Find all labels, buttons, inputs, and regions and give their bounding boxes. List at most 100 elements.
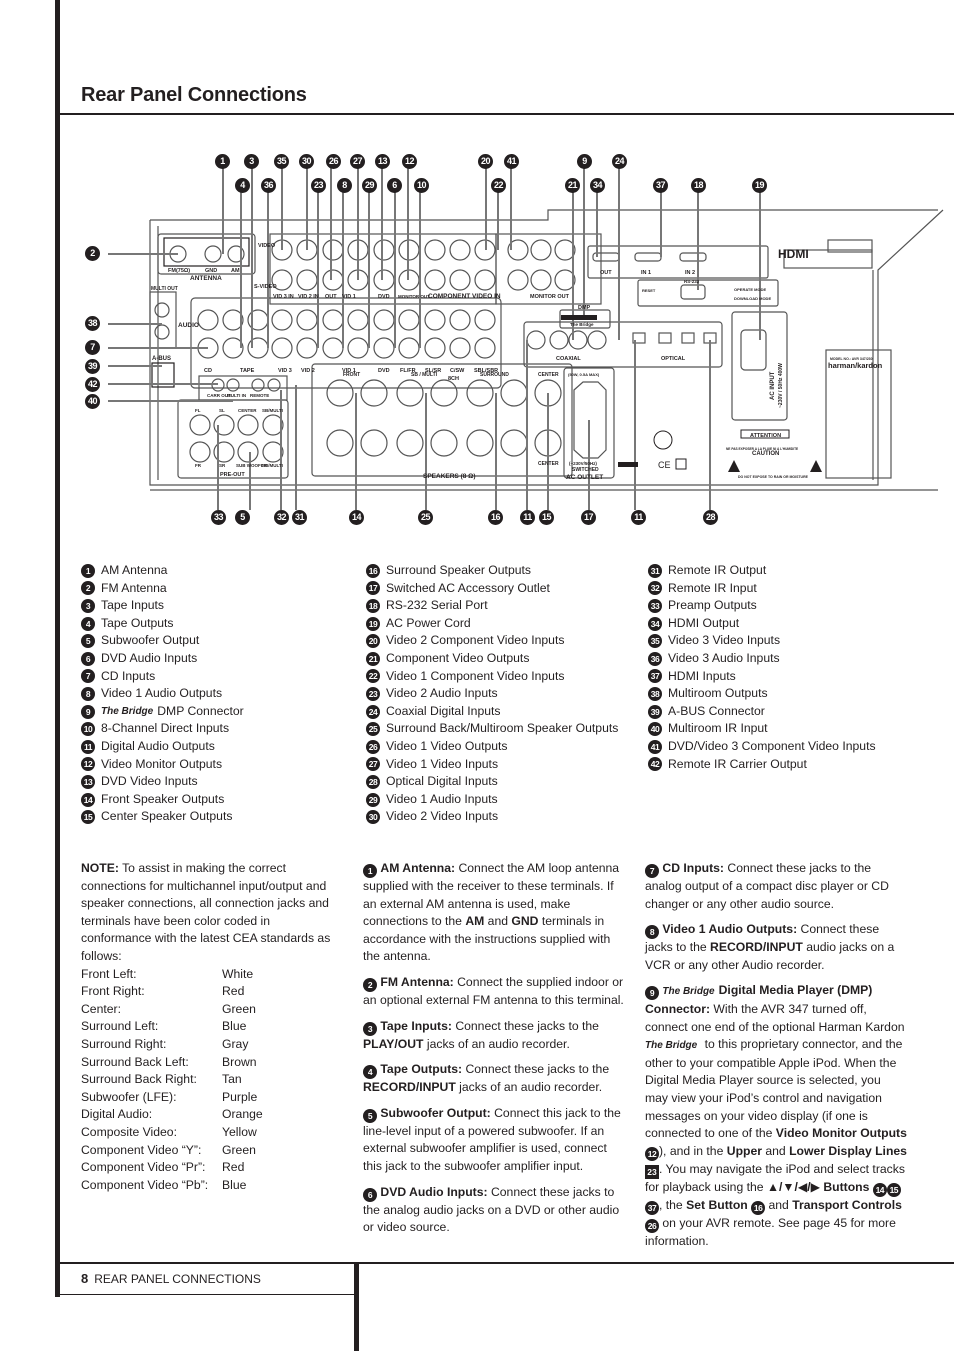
callout-29: 29 <box>362 178 377 193</box>
num-badge: 39 <box>648 704 662 719</box>
center-label: CENTER <box>538 372 559 378</box>
multi-in-label: MULTI IN <box>227 393 246 398</box>
color-value: Gray <box>222 1036 249 1051</box>
legend-item: 38 Multiroom Outputs <box>648 685 876 703</box>
legend-item: 2 FM Antenna <box>81 580 244 598</box>
dvd-audio-label: DVD <box>378 368 390 374</box>
legend-label: HDMI Inputs <box>668 668 736 683</box>
callout-19: 19 <box>752 178 767 193</box>
legend-column-3: 31 Remote IR Output 32 Remote IR Input 33 Pre… <box>648 562 876 773</box>
vid3in-label: VID 3 IN <box>273 294 294 300</box>
num-badge: 7 <box>81 669 95 684</box>
legend-label: Video 2 Audio Inputs <box>386 686 498 701</box>
callout-13: 13 <box>375 154 390 169</box>
num-badge: 26 <box>366 739 380 754</box>
preout-label: PRE-OUT <box>220 472 245 478</box>
legend-item: 15 Center Speaker Outputs <box>81 808 244 826</box>
color-channel: Component Video “Y”: <box>81 1142 202 1157</box>
legend-label: Surround Back/Multiroom Speaker Outputs <box>386 721 619 736</box>
hdmi-in2-label: IN 2 <box>685 270 695 276</box>
num-badge: 16 <box>366 563 380 578</box>
num-badge: 28 <box>366 774 380 789</box>
rear-panel-illustration: FM(75Ω) GND AM ANTENNA VIDEO S-VIDEO VID… <box>108 168 944 510</box>
color-value: White <box>222 966 254 981</box>
num-badge: 25 <box>366 722 380 737</box>
legend-item: 41 DVD/Video 3 Component Video Inputs <box>648 738 876 756</box>
color-channel: Surround Right: <box>81 1036 167 1051</box>
desc-dvd-audio-inputs: 6 DVD Audio Inputs: Connect these jacks … <box>363 1184 625 1237</box>
callout-36: 36 <box>261 178 276 193</box>
callout-17: 17 <box>581 510 596 525</box>
desc-bold: Lower Display Lines <box>789 1143 907 1158</box>
callout-18: 18 <box>691 178 706 193</box>
legend-item: 21 Component Video Outputs <box>366 650 618 668</box>
optical-label: OPTICAL <box>661 356 686 362</box>
tape-label: TAPE <box>240 368 255 374</box>
num-badge: 4 <box>363 1065 377 1080</box>
desc-title: DVD Audio Inputs: <box>380 1184 488 1199</box>
fr-label: FR <box>195 463 202 468</box>
legend-label: RS-232 Serial Port <box>386 598 488 613</box>
color-value: Brown <box>222 1054 257 1069</box>
num-badge: 10 <box>81 722 95 737</box>
callout-12: 12 <box>402 154 417 169</box>
sbmulti-r-label: SB/MULTI <box>262 463 283 468</box>
brand-logo: harman/kardon <box>828 361 883 370</box>
legend-item: 30 Video 2 Video Inputs <box>366 808 618 826</box>
rs232-label: RS-232 <box>684 279 700 284</box>
color-value: Green <box>222 1142 256 1157</box>
callout-5: 5 <box>235 510 250 525</box>
callout-28: 28 <box>703 510 718 525</box>
desc-bold: Transport Controls <box>792 1197 902 1212</box>
callout-35: 35 <box>274 154 289 169</box>
legend-item: 34 HDMI Output <box>648 615 876 633</box>
monitor-out-label: MONITOR OUT <box>530 294 570 300</box>
num-badge: 42 <box>648 757 662 772</box>
desc-bold: ▲/▼/◀/▶ Buttons <box>766 1179 870 1194</box>
legend-label: Video 1 Audio Inputs <box>386 791 498 806</box>
color-channel: Surround Back Left: <box>81 1054 189 1069</box>
desc-fm-antenna: 2 FM Antenna: Connect the supplied indoo… <box>363 974 625 1010</box>
ac-input-label: AC INPUT <box>770 371 776 400</box>
ac-outlet-voltage: (~230V/50Hz) <box>569 461 597 466</box>
legend-label: Video 1 Video Outputs <box>386 738 508 753</box>
the-bridge-label: The Bridge <box>570 322 594 327</box>
multi-out-label: MULTI OUT <box>151 286 178 292</box>
am-label: AM <box>231 268 240 274</box>
desc-bold: GND <box>511 914 539 929</box>
callout-16: 16 <box>488 510 503 525</box>
note-lead: NOTE: <box>81 861 119 875</box>
the-bridge-logo: The Bridge <box>662 986 715 998</box>
num-badge: 20 <box>366 634 380 649</box>
description-column-3: 7 CD Inputs: Connect these jacks to the … <box>645 860 907 1258</box>
color-value: Red <box>222 1160 245 1175</box>
reset-label: RESET <box>642 288 656 293</box>
num-badge: 15 <box>886 1182 901 1197</box>
legend-label: Front Speaker Outputs <box>101 791 225 806</box>
legend-label: Tape Inputs <box>101 598 165 613</box>
legend-item: 24 Coaxial Digital Inputs <box>366 703 618 721</box>
caution-label: CAUTION <box>752 451 779 457</box>
callout-2: 2 <box>85 246 100 261</box>
legend-item: 16 Surround Speaker Outputs <box>366 562 618 580</box>
num-badge: 7 <box>645 864 659 878</box>
legend-item: 39 A-BUS Connector <box>648 703 876 721</box>
center-label-bottom: CENTER <box>538 461 559 467</box>
desc-title: AM Antenna: <box>380 861 456 875</box>
callout-38: 38 <box>85 316 100 331</box>
desc-text: and <box>484 914 512 929</box>
num-badge: 23 <box>366 686 380 701</box>
num-badge: 36 <box>648 651 662 666</box>
callout-3: 3 <box>244 154 259 169</box>
legend-item: 33 Preamp Outputs <box>648 597 876 615</box>
num-badge: 9 <box>645 986 659 1001</box>
num-badge: 12 <box>645 1146 659 1161</box>
legend-label: FM Antenna <box>101 580 167 595</box>
callout-22: 22 <box>491 178 506 193</box>
callout-25: 25 <box>418 510 433 525</box>
legend-item: 40 Multiroom IR Input <box>648 720 876 738</box>
legend-label: Remote IR Input <box>668 580 757 595</box>
legend-item: 10 8-Channel Direct Inputs <box>81 720 244 738</box>
legend-item: 26 Video 1 Video Outputs <box>366 738 618 756</box>
dmp-label: DMP <box>578 305 591 311</box>
